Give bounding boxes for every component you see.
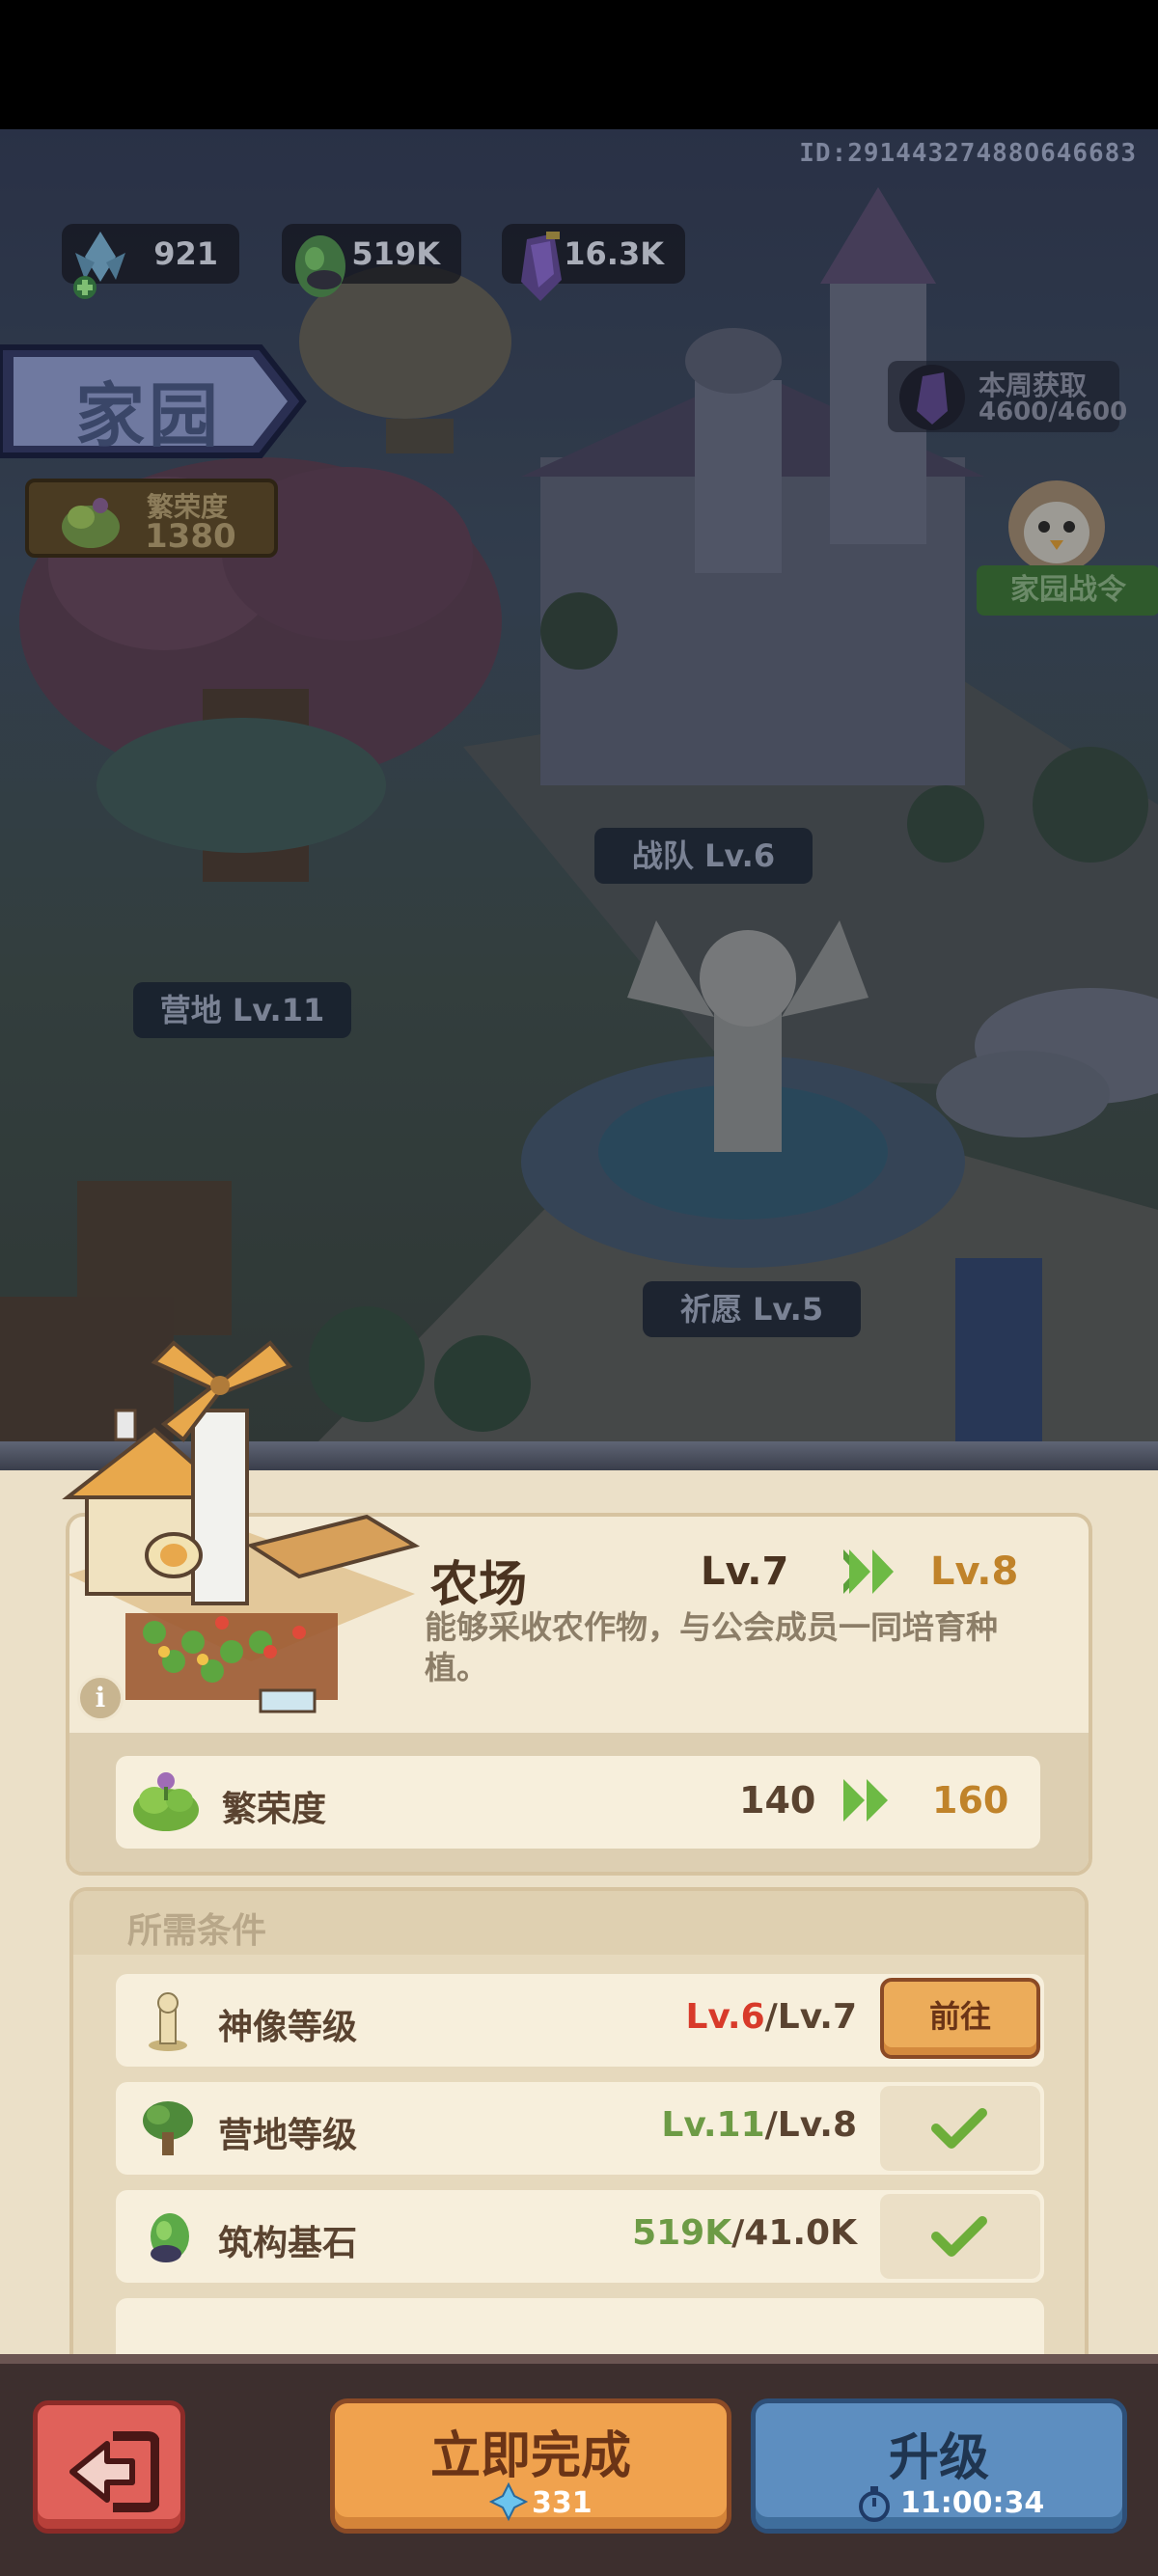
upgrade-timer: 11:00:34 (856, 2484, 1049, 2523)
requirements-header: 所需条件 (73, 1891, 1085, 1955)
go-to-button[interactable]: 前往 (880, 1978, 1040, 2059)
requirement-row-camp: 营地等级 Lv.11/Lv.8 (116, 2082, 1044, 2175)
blue-crystal-icon (73, 232, 125, 299)
camp-tree-icon (143, 2101, 193, 2155)
double-arrow-icon (843, 1779, 888, 1822)
upgrade-button[interactable]: 升级 11:00:34 (751, 2398, 1127, 2534)
prosperity-plaque[interactable]: 繁荣度 1380 (25, 479, 278, 558)
weekly-gain: 本周获取 4600/4600 (888, 361, 1127, 432)
building-label-squad[interactable]: 战队 Lv.6 (594, 828, 813, 884)
prosperity-from: 140 (739, 1779, 816, 1822)
player-id: ID:29144327488O646683 (799, 139, 1137, 168)
blue-crystal-icon (489, 2482, 528, 2521)
prosperity-row-label: 繁荣度 (222, 1790, 327, 1829)
double-arrow-icon (843, 1549, 894, 1594)
bottom-bar-rim (0, 2354, 1158, 2364)
green-stone-icon (295, 235, 345, 297)
farm-building-icon (62, 1340, 421, 1713)
weekly-value: 4600/4600 (979, 397, 1128, 426)
resource-value: 921 (153, 235, 218, 272)
requirement-value: 519K/41.0K (632, 2213, 857, 2253)
building-label-wish[interactable]: 祈愿 Lv.5 (643, 1281, 861, 1337)
complete-cost: 331 (489, 2482, 605, 2523)
prosperity-to: 160 (932, 1779, 1009, 1822)
prosperity-icon (62, 498, 120, 548)
upgrade-time-value: 11:00:34 (900, 2486, 1045, 2520)
purple-crystal-icon (899, 365, 965, 430)
bottom-action-bar: 立即完成 331 升级 11:00:34 (0, 2354, 1158, 2576)
complete-now-label: 立即完成 (429, 2427, 631, 2485)
upgrade-panel: 农场 Lv.7 Lv.8 能够采收农作物，与公会成员一同培育种植。 i 繁荣度 … (0, 1340, 1158, 2389)
resource-blue-crystal[interactable]: 921 (62, 224, 239, 299)
statue-icon (149, 1992, 187, 2051)
green-stone-icon (151, 2213, 189, 2262)
home-title-banner: 家园 (0, 342, 307, 461)
status-bar (0, 0, 1158, 129)
building-label-camp[interactable]: 营地 Lv.11 (133, 982, 351, 1038)
home-pass-button[interactable]: 家园战令 (977, 565, 1158, 616)
level-from: Lv.7 (701, 1549, 789, 1594)
level-to: Lv.8 (930, 1549, 1019, 1594)
building-name: 农场 (430, 1556, 527, 1612)
upgrade-label: 升级 (888, 2429, 989, 2487)
checkmark-icon (931, 2108, 987, 2149)
prosperity-upgrade-row: 繁荣度 140 160 (116, 1756, 1040, 1849)
resource-value: 519K (351, 235, 440, 272)
home-map: ID:29144327488O646683 921 519K 16.3K 家园 … (0, 129, 1158, 1441)
stopwatch-icon (859, 2486, 890, 2522)
checkmark-icon (931, 2216, 987, 2257)
requirement-met-indicator (880, 2086, 1040, 2171)
requirements-panel: 所需条件 神像等级 Lv.6/Lv.7 前往 营地等级 Lv.11/Lv.8 筑… (69, 1887, 1089, 2389)
purple-crystal-icon (521, 232, 562, 301)
requirement-value: Lv.11/Lv.8 (661, 2105, 857, 2145)
back-button[interactable] (33, 2400, 185, 2534)
complete-cost-value: 331 (532, 2486, 593, 2520)
prosperity-value: 1380 (145, 517, 236, 556)
requirement-met-indicator (880, 2194, 1040, 2279)
requirement-name: 神像等级 (218, 2008, 358, 2047)
prosperity-icon (133, 1772, 199, 1831)
building-description: 能够采收农作物，与公会成员一同培育种植。 (425, 1608, 998, 1686)
complete-now-button[interactable]: 立即完成 331 (330, 2398, 731, 2534)
requirement-row-statue: 神像等级 Lv.6/Lv.7 前往 (116, 1974, 1044, 2067)
requirement-name: 营地等级 (218, 2116, 358, 2155)
home-title: 家园 (75, 375, 223, 456)
requirement-name: 筑构基石 (218, 2224, 358, 2263)
resource-purple-crystal[interactable]: 16.3K (502, 224, 685, 301)
resource-green-stone[interactable]: 519K (282, 224, 461, 297)
requirements-title: 所需条件 (127, 1911, 267, 1951)
dim-overlay (0, 129, 1158, 1441)
penguin-mascot-icon[interactable] (994, 469, 1119, 575)
back-arrow-icon (69, 2431, 159, 2512)
requirement-row-stone: 筑构基石 519K/41.0K (116, 2190, 1044, 2283)
requirement-value: Lv.6/Lv.7 (685, 1997, 857, 2037)
